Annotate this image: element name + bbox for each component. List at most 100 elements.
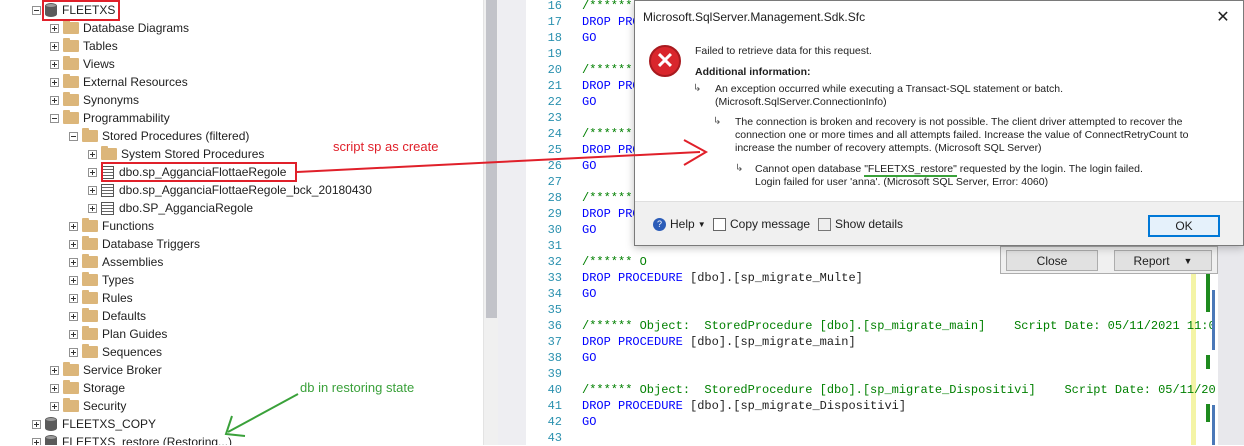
expand-icon[interactable]: [69, 239, 78, 249]
scroll-marker: [1206, 355, 1210, 369]
info2-line2: connection one or more times and all att…: [735, 129, 1189, 141]
report-button[interactable]: Report ▼: [1114, 250, 1212, 271]
scroll-marker: [1212, 405, 1215, 445]
code-line-37: DROP PROCEDURE [dbo].[sp_migrate_main]: [582, 335, 856, 349]
tree-node-external-resources[interactable]: External Resources: [50, 73, 188, 91]
tree-node-types[interactable]: Types: [69, 271, 134, 289]
collapse-icon[interactable]: [32, 5, 41, 15]
tree-node-database-diagrams[interactable]: Database Diagrams: [50, 19, 189, 37]
tree-node-service-broker[interactable]: Service Broker: [50, 361, 162, 379]
collapse-icon[interactable]: [50, 113, 59, 123]
copy-message-button[interactable]: Copy message: [713, 217, 810, 231]
info2-line1: The connection is broken and recovery is…: [735, 116, 1183, 128]
tree-node-rules[interactable]: Rules: [69, 289, 133, 307]
explorer-scroll-thumb[interactable]: [486, 0, 497, 318]
expand-icon[interactable]: [69, 329, 78, 339]
database-icon: [45, 417, 57, 431]
expand-icon[interactable]: [69, 275, 78, 285]
scroll-marker: [1206, 404, 1210, 422]
tree-node-assemblies[interactable]: Assemblies: [69, 253, 163, 271]
expand-icon[interactable]: [69, 293, 78, 303]
folder-icon: [82, 272, 98, 286]
expand-icon[interactable]: [88, 185, 97, 195]
tree-node-programmability[interactable]: Programmability: [50, 109, 170, 127]
show-details-button[interactable]: Show details: [818, 217, 903, 231]
info1-line2: (Microsoft.SqlServer.ConnectionInfo): [715, 96, 887, 108]
tree-node-system-stored-procedures[interactable]: System Stored Procedures: [88, 145, 264, 163]
code-line-18: GO: [582, 31, 597, 45]
expand-icon[interactable]: [50, 95, 59, 105]
close-button[interactable]: Close: [1006, 250, 1098, 271]
info1-line1: An exception occurred while executing a …: [715, 83, 1064, 95]
line-number: 33: [547, 271, 562, 285]
node-label: dbo.sp_AgganciaFlottaeRegole_bck_2018043…: [119, 183, 372, 197]
collapse-icon[interactable]: [69, 131, 78, 141]
node-label: Plan Guides: [102, 327, 168, 341]
dialog-title: Microsoft.SqlServer.Management.Sdk.Sfc: [643, 10, 866, 24]
code-line-26: GO: [582, 159, 597, 173]
tree-node-functions[interactable]: Functions: [69, 217, 154, 235]
expand-icon[interactable]: [88, 149, 97, 159]
expand-icon[interactable]: [69, 347, 78, 357]
expand-icon[interactable]: [50, 77, 59, 87]
tree-node-sp-agganciaflottaeregole-bck[interactable]: dbo.sp_AgganciaFlottaeRegole_bck_2018043…: [88, 181, 372, 199]
ok-button[interactable]: OK: [1148, 215, 1220, 237]
folder-icon: [63, 362, 79, 376]
highlight-box-fleetxs: [42, 0, 120, 21]
tree-node-views[interactable]: Views: [50, 55, 115, 73]
code-line-30: GO: [582, 223, 597, 237]
node-label: Service Broker: [83, 363, 162, 377]
line-number: 38: [547, 351, 562, 365]
expand-icon[interactable]: [50, 23, 59, 33]
folder-icon: [82, 128, 98, 142]
annotation-script-note: script sp as create: [333, 139, 439, 154]
tree-node-sequences[interactable]: Sequences: [69, 343, 162, 361]
line-number: 36: [547, 319, 562, 333]
expand-icon[interactable]: [69, 311, 78, 321]
tree-node-security[interactable]: Security: [50, 397, 126, 415]
expand-icon[interactable]: [88, 167, 97, 177]
scroll-marker: [1212, 290, 1215, 350]
node-label: Database Triggers: [102, 237, 201, 251]
dialog-footer: ? Help ▼ Copy message Show details OK: [635, 207, 1243, 245]
tree-node-tables[interactable]: Tables: [50, 37, 118, 55]
code-line-34: GO: [582, 287, 597, 301]
report-label: Report: [1133, 253, 1170, 268]
expand-icon[interactable]: [69, 221, 78, 231]
line-number: 16: [547, 0, 562, 13]
dialog-body: ✕ Failed to retrieve data for this reque…: [635, 33, 1243, 201]
tree-node-fleetxs-restore[interactable]: FLEETXS_restore (Restoring...): [32, 433, 232, 445]
tree-node-database-triggers[interactable]: Database Triggers: [69, 235, 200, 253]
expand-icon[interactable]: [50, 59, 59, 69]
expand-icon[interactable]: [32, 437, 41, 445]
tree-node-plan-guides[interactable]: Plan Guides: [69, 325, 167, 343]
code-line-16: /******: [582, 0, 633, 13]
tree-node-defaults[interactable]: Defaults: [69, 307, 146, 325]
line-number: 42: [547, 415, 562, 429]
info-arrow-icon: ↳: [693, 83, 702, 94]
tree-node-stored-procedures[interactable]: Stored Procedures (filtered): [69, 127, 249, 145]
line-number: 43: [547, 431, 562, 445]
node-label: Storage: [83, 381, 126, 395]
node-label: Sequences: [102, 345, 163, 359]
explorer-scrollbar[interactable]: [483, 0, 498, 445]
tree-node-fleetxs-copy[interactable]: FLEETXS_COPY: [32, 415, 156, 433]
folder-icon: [82, 308, 98, 322]
expand-icon[interactable]: [50, 401, 59, 411]
change-indicator: [1191, 250, 1196, 445]
code-line-38: GO: [582, 351, 597, 365]
close-icon[interactable]: ✕: [1213, 7, 1233, 27]
folder-icon: [82, 344, 98, 358]
expand-icon[interactable]: [32, 419, 41, 429]
tree-node-storage[interactable]: Storage: [50, 379, 125, 397]
help-button[interactable]: ? Help ▼: [653, 217, 706, 231]
expand-icon[interactable]: [50, 365, 59, 375]
expand-icon[interactable]: [88, 203, 97, 213]
tree-node-sp-agganciaregole[interactable]: dbo.SP_AgganciaRegole: [88, 199, 253, 217]
node-label: Views: [83, 57, 115, 71]
expand-icon[interactable]: [50, 383, 59, 393]
tree-node-synonyms[interactable]: Synonyms: [50, 91, 139, 109]
code-line-42: GO: [582, 415, 597, 429]
expand-icon[interactable]: [69, 257, 78, 267]
expand-icon[interactable]: [50, 41, 59, 51]
